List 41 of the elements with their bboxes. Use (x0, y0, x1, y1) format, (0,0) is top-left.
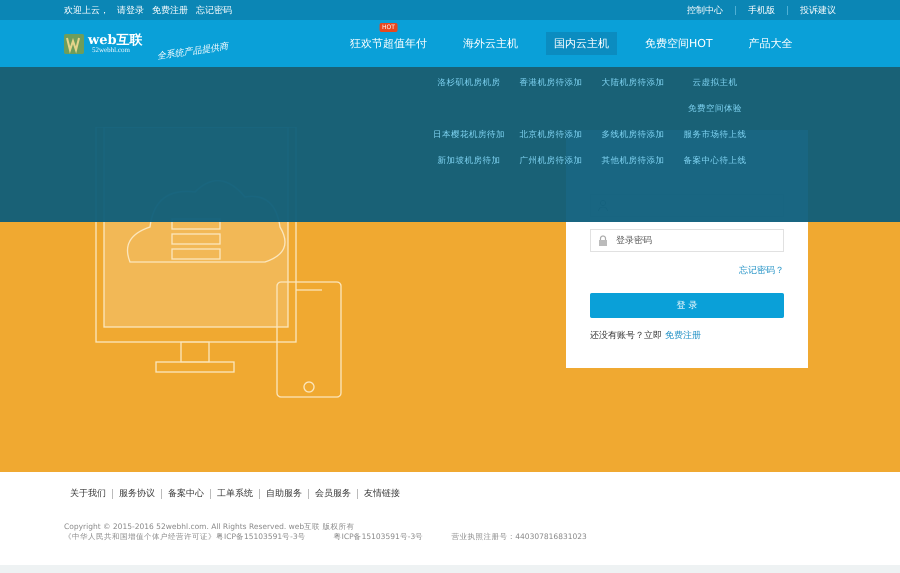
nav-item[interactable]: 海外云主机 (455, 32, 526, 55)
nav-item[interactable]: 狂欢节超值年付 (342, 32, 435, 55)
menu-item[interactable]: 新加坡机房待加 (428, 155, 510, 181)
top-link[interactable]: 控制中心 (687, 4, 723, 16)
register-link[interactable]: 免费注册 (665, 329, 701, 342)
menu-item[interactable]: 香港机房待添加 (510, 77, 592, 103)
menu-item[interactable]: 广州机房待添加 (510, 155, 592, 181)
top-link[interactable]: 忘记密码 (196, 4, 232, 16)
menu-item[interactable]: 免费空间体验 (674, 103, 756, 129)
menu-item[interactable]: 大陆机房待添加 (592, 77, 674, 103)
nav-item[interactable]: 国内云主机 (546, 32, 617, 55)
nav-item[interactable]: 产品大全 (740, 32, 801, 55)
footer-link[interactable]: 关于我们 (70, 487, 106, 500)
logo-name: web互联 (88, 34, 143, 46)
top-link[interactable]: 免费注册 (152, 4, 188, 16)
menu-item[interactable]: 洛杉矶机房机房 (428, 77, 510, 103)
lock-icon (598, 235, 608, 246)
forgot-password-link[interactable]: 忘记密码？ (739, 264, 784, 277)
footer-link[interactable]: 自助服务 (266, 487, 302, 500)
menu-item[interactable]: 日本樱花机房待加 (428, 129, 510, 155)
login-button[interactable]: 登 录 (590, 293, 784, 318)
register-prompt: 还没有账号？立即 (590, 330, 662, 342)
menu-item[interactable]: 服务市场待上线 (674, 129, 756, 155)
top-link[interactable]: 投诉建议 (800, 4, 836, 16)
footer-link[interactable]: 工单系统 (217, 487, 253, 500)
top-link[interactable]: 请登录 (117, 4, 144, 16)
footer-link[interactable]: 会员服务 (315, 487, 351, 500)
slogan: 全系统产品提供商 (156, 40, 230, 63)
footer-link[interactable]: 服务协议 (119, 487, 155, 500)
menu-item[interactable]: 多线机房待添加 (592, 129, 674, 155)
top-link[interactable]: 手机版 (748, 4, 775, 16)
nav-item[interactable]: 免费空间HOT (637, 32, 721, 55)
menu-item[interactable]: 其他机房待添加 (592, 155, 674, 181)
menu-item[interactable]: 备案中心待上线 (674, 155, 756, 181)
menu-item[interactable]: 北京机房待添加 (510, 129, 592, 155)
footer-link[interactable]: 备案中心 (168, 487, 204, 500)
footer-link[interactable]: 友情链接 (364, 487, 400, 500)
menu-item[interactable]: 云虚拟主机 (674, 77, 756, 103)
top-link[interactable]: 欢迎上云， (64, 4, 109, 16)
password-field[interactable]: 登录密码 (590, 229, 784, 252)
logo-icon (64, 34, 84, 54)
